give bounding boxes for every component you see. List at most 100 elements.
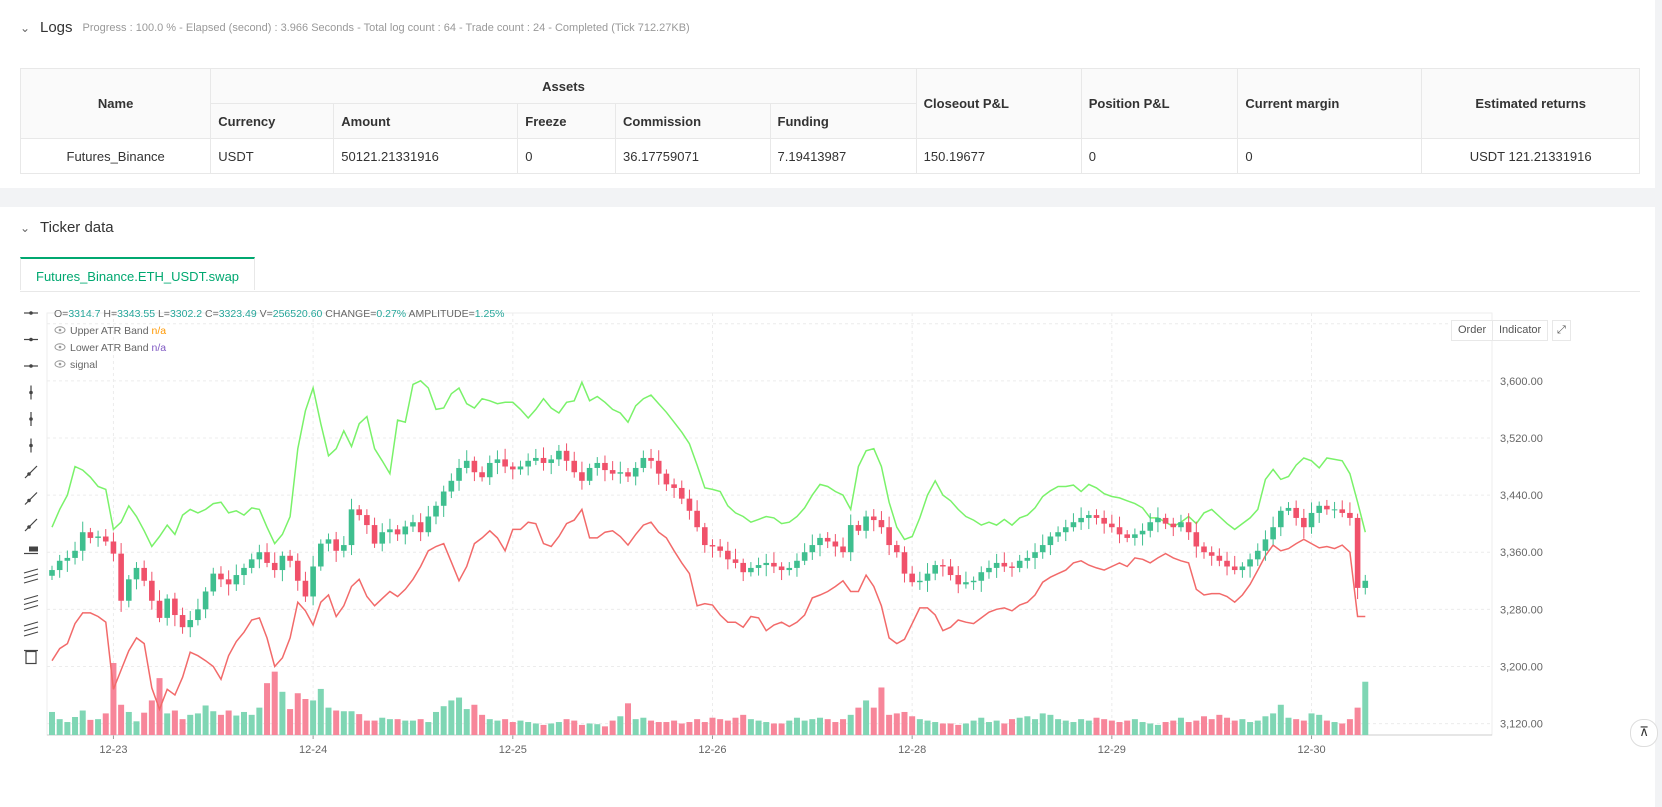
cell-currency: USDT [210, 138, 335, 174]
col-amount: Amount [333, 103, 519, 139]
candle [909, 566, 915, 587]
trend-line-icon[interactable] [24, 492, 38, 505]
volume-bar [609, 720, 616, 735]
vertical-line-icon[interactable] [29, 412, 33, 426]
candle [617, 461, 624, 484]
volume-bar [317, 688, 324, 735]
candle-body [1055, 532, 1061, 537]
eye-icon [54, 326, 66, 334]
candle [279, 551, 286, 582]
volume-bar [148, 700, 155, 735]
candle-body [425, 516, 432, 533]
candle [1247, 553, 1253, 578]
volume-bar [333, 710, 340, 735]
candle [1086, 510, 1092, 530]
candle-body [1101, 517, 1107, 524]
candle-body [594, 462, 601, 468]
volume-bar [502, 719, 509, 735]
candle [1324, 499, 1330, 515]
candle-body [717, 546, 723, 551]
assets-table: Name Assets Closeout P&L Position P&L Cu… [19, 68, 1640, 174]
candle-body [271, 562, 278, 571]
candle-body [1247, 559, 1253, 567]
candle-body [1032, 552, 1038, 558]
price-label-icon[interactable] [24, 546, 38, 555]
candle-body [264, 552, 270, 563]
indicator-button[interactable]: Indicator [1492, 320, 1549, 341]
trend-ray-icon[interactable] [24, 465, 38, 479]
legend-item[interactable]: signal [54, 359, 97, 371]
candle [563, 443, 570, 471]
logs-header[interactable]: ⌄ Logs Progress : 100.0 % - Elapsed (sec… [20, 19, 690, 36]
candle [1124, 530, 1130, 543]
candle-body [1354, 517, 1361, 588]
volume-bar [1108, 720, 1115, 735]
fullscreen-icon[interactable]: ⤢ [1552, 320, 1571, 341]
candle-body [993, 562, 1000, 568]
horizontal-ray-icon[interactable] [24, 311, 38, 315]
candle-body [571, 460, 578, 473]
horizontal-segment-icon[interactable] [24, 364, 38, 368]
horizontal-line-icon[interactable] [24, 337, 38, 342]
candle-body [1024, 557, 1031, 561]
legend-item[interactable]: Upper ATR Band n/a [54, 325, 166, 337]
volume-bar [1139, 722, 1146, 735]
volume-bar [1085, 720, 1092, 735]
candle [663, 469, 670, 491]
volume-bar [886, 714, 893, 735]
volume-bar [1016, 717, 1023, 735]
volume-bar [947, 723, 954, 735]
candle [832, 534, 839, 557]
candle-body [525, 460, 531, 467]
cell-margin: 0 [1237, 138, 1423, 174]
volume-bar [225, 710, 232, 735]
volume-bar [133, 721, 140, 735]
chevron-down-icon[interactable]: ⌄ [20, 21, 34, 35]
candle [1062, 519, 1069, 542]
vertical-segment-icon[interactable] [29, 438, 33, 453]
candle-body [863, 516, 869, 531]
candle-body [1308, 512, 1315, 528]
candle-body [533, 457, 539, 461]
candle [87, 527, 94, 544]
candle [1047, 532, 1054, 556]
cell-name: Futures_Binance [19, 138, 212, 174]
candle-body [686, 498, 693, 511]
y-tick-label: 3,360.00 [1500, 547, 1543, 559]
volume-bar [1055, 719, 1062, 735]
candle [863, 510, 869, 539]
candle [1216, 548, 1223, 567]
candle-body [740, 562, 746, 573]
back-to-top-icon[interactable]: ⊼ [1630, 719, 1658, 747]
volume-bar [1270, 713, 1277, 735]
candle [79, 521, 86, 561]
trend-segment-icon[interactable] [24, 518, 38, 532]
volume-bar [1185, 722, 1192, 735]
delete-icon[interactable] [24, 649, 38, 665]
legend-item[interactable]: Lower ATR Band n/a [54, 342, 166, 354]
candle-body [1009, 566, 1015, 568]
volume-bar [164, 713, 171, 735]
fib-retracement-icon[interactable] [23, 621, 39, 637]
volume-bar [1062, 720, 1069, 735]
candle-body [809, 545, 816, 553]
chevron-down-icon[interactable]: ⌄ [20, 221, 34, 235]
candle-body [909, 573, 915, 583]
vertical-ray-icon[interactable] [29, 385, 33, 400]
volume-bar [586, 723, 593, 735]
candle-body [1347, 512, 1353, 518]
tab-eth-usdt-swap[interactable]: Futures_Binance.ETH_USDT.swap [20, 257, 256, 290]
candle [1316, 501, 1322, 523]
order-button[interactable]: Order [1451, 320, 1494, 341]
parallel-channel-icon[interactable] [23, 568, 39, 584]
fib-channel-icon[interactable] [23, 594, 39, 611]
candle-body [1339, 509, 1346, 513]
ticker-header[interactable]: ⌄ Ticker data [20, 219, 114, 236]
candle-body [387, 529, 393, 533]
volume-bar [1170, 720, 1177, 735]
volume-bar [655, 722, 662, 735]
volume-bar [717, 719, 724, 735]
x-tick-label: 12-26 [698, 744, 726, 756]
price-chart[interactable]: 3,680.003,600.003,520.003,440.003,360.00… [20, 305, 1640, 805]
candle-body [1139, 530, 1146, 535]
